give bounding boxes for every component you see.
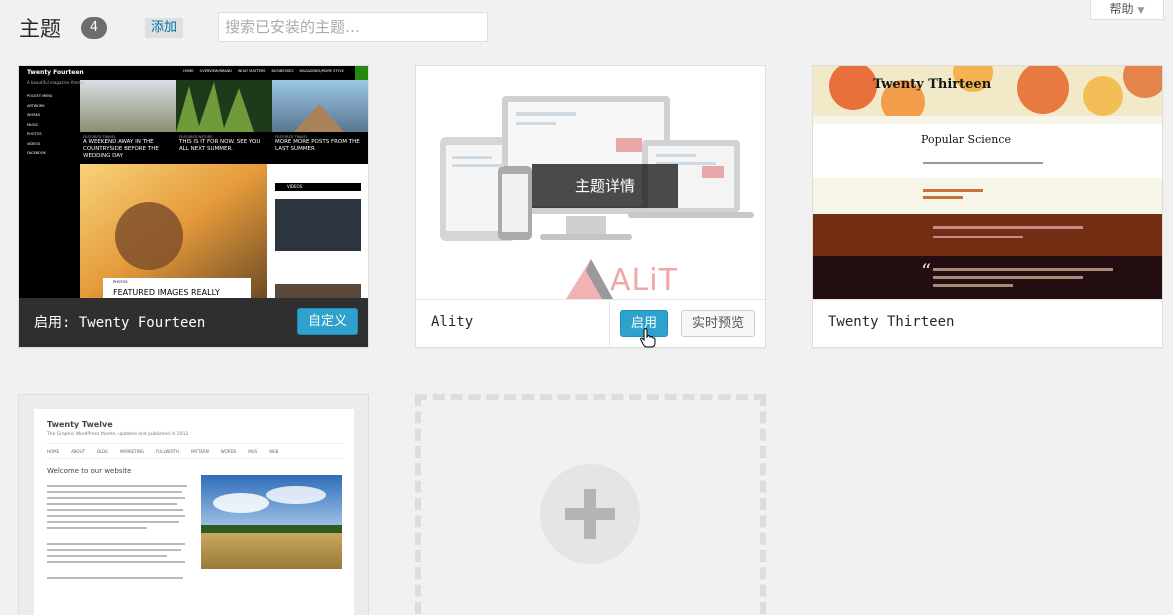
live-preview-button[interactable]: 实时预览 — [681, 310, 755, 337]
theme-name: Ality — [431, 314, 474, 330]
theme-card-twenty-twelve[interactable]: Twenty Twelve The Graphic WordPress them… — [18, 394, 369, 615]
hand-pointer-cursor-icon — [640, 328, 656, 348]
preview-site-title: Twenty Fourteen — [27, 69, 84, 76]
preview-sidebar-menu: POCKET MENU ARTWORK WORKS MUSIC PHOTOS V… — [27, 92, 77, 159]
customize-button[interactable]: 自定义 — [297, 308, 358, 335]
theme-card-twenty-thirteen[interactable]: Twenty Thirteen Popular Science “ Twenty… — [812, 65, 1163, 348]
preview-article-tag: PHOTOS — [113, 280, 128, 284]
preview-body-text — [47, 485, 187, 579]
ality-brand-text: ALiT — [610, 263, 678, 298]
preview-nav-item: BLOG — [97, 448, 109, 454]
preview-nav-item: PATTERN — [190, 448, 209, 454]
caret-down-icon: ▼ — [1137, 6, 1145, 16]
preview-nav-item: FULLWIDTH — [156, 448, 179, 454]
theme-search-input[interactable] — [218, 12, 488, 42]
preview-nav: HOME OVERVIEW/BRAND WHAT MATTERS BUSINES… — [183, 69, 344, 73]
theme-name: Twenty Thirteen — [828, 314, 955, 330]
preview-post-title: Welcome to our website — [47, 467, 132, 475]
preview-nav-item: OVERVIEW/BRAND — [199, 69, 232, 73]
theme-details-overlay[interactable]: 主题详情 — [532, 164, 678, 208]
theme-actions-bar: Ality 启用 实时预览 — [416, 299, 765, 348]
theme-screenshot-twenty-twelve[interactable]: Twenty Twelve The Graphic WordPress them… — [19, 395, 368, 615]
add-new-circle[interactable] — [540, 464, 640, 564]
preview-nav-item: WORDS — [220, 448, 237, 454]
preview-sidebar-item: FACEBOOK — [27, 151, 46, 155]
preview-tagline: The Graphic WordPress theme, updated and… — [47, 432, 189, 437]
preview-nav-item: MUS — [248, 448, 258, 454]
theme-card-ality[interactable]: ALiT 主题详情 Ality 启用 实时预览 — [415, 65, 766, 348]
preview-sidebar-item: ARTWORK — [27, 103, 45, 108]
preview-featured-caption: MORE MORE POSTS FROM THE LAST SUMMER — [275, 139, 360, 152]
preview-featured-1: FEATURED TRAVEL A WEEKEND AWAY IN THE CO… — [83, 135, 173, 160]
preview-videos-label: VIDEOS — [287, 184, 303, 189]
preview-featured-caption: A WEEKEND AWAY IN THE COUNTRYSIDE BEFORE… — [83, 139, 159, 159]
preview-nav-item: BUSINESSES — [271, 69, 294, 73]
theme-count-badge: 4 — [81, 17, 107, 39]
active-theme-bar: 启用: Twenty Fourteen 自定义 — [19, 298, 368, 347]
theme-screenshot-twenty-thirteen[interactable]: Twenty Thirteen Popular Science “ — [813, 66, 1162, 299]
add-new-theme-card[interactable] — [415, 394, 766, 614]
preview-nav-item: HOME — [183, 69, 194, 73]
plus-icon — [584, 489, 596, 539]
preview-sidebar-item: WORKS — [27, 113, 41, 117]
preview-quote-mark: “ — [921, 259, 932, 283]
preview-sidebar-item: MUSIC — [27, 122, 39, 127]
preview-nav-item: WHAT MATTERS — [237, 69, 266, 73]
help-button[interactable]: 帮助 ▼ — [1090, 0, 1164, 20]
preview-nav: HOME ABOUT BLOG MARKETING FULLWIDTH PATT… — [47, 443, 343, 459]
preview-post-title: Popular Science — [921, 133, 1012, 146]
theme-card-twenty-fourteen[interactable]: Twenty Fourteen A beautiful magazine the… — [18, 65, 369, 348]
preview-sidebar-item: VIDEOS — [27, 141, 41, 146]
preview-tagline: A beautiful magazine theme — [27, 80, 84, 85]
preview-featured-3: FEATURED TRAVEL MORE MORE POSTS FROM THE… — [275, 135, 365, 153]
preview-sidebar-item: POCKET MENU — [27, 94, 53, 98]
preview-site-title: Twenty Thirteen — [873, 77, 992, 92]
help-label: 帮助 — [1109, 2, 1134, 16]
preview-nav-item: WEB — [269, 448, 279, 454]
theme-screenshot-ality[interactable]: ALiT 主题详情 — [416, 66, 765, 299]
preview-site-title: Twenty Twelve — [47, 420, 113, 429]
twenty-thirteen-preview — [813, 66, 1162, 299]
preview-nav-item: HOME — [47, 448, 60, 454]
add-theme-button[interactable]: 添加 — [145, 18, 184, 38]
preview-wheat-field-image — [201, 475, 342, 569]
page-title: 主题 — [19, 17, 61, 41]
preview-sidebar-item: PHOTOS — [27, 132, 42, 136]
theme-screenshot-twenty-fourteen[interactable]: Twenty Fourteen A beautiful magazine the… — [19, 66, 368, 300]
preview-featured-2: FEATURED NATURE THIS IS IT FOR NOW. SEE … — [179, 135, 269, 153]
active-theme-name: 启用: Twenty Fourteen — [34, 315, 206, 331]
preview-nav-item: ABOUT — [71, 448, 86, 454]
theme-actions-bar: Twenty Thirteen — [813, 299, 1162, 347]
preview-nav-item: MAGAZINES/MORE STYLE — [299, 69, 344, 73]
actions-divider — [609, 300, 610, 347]
preview-article-title: FEATURED IMAGES REALLY — [113, 288, 220, 297]
preview-nav-item: MARKETING — [120, 448, 144, 454]
preview-featured-caption: THIS IS IT FOR NOW. SEE YOU ALL NEXT SUM… — [179, 139, 261, 152]
